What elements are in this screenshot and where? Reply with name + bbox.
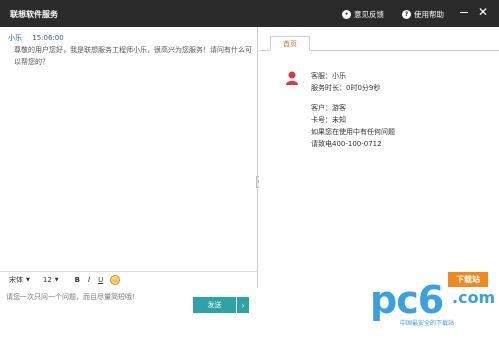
tab-bar: 首页 [259,36,499,51]
notice-line-1: 如果您在使用中有任何问题 [311,128,395,136]
service-duration: 服务时长：0时0分9秒 [311,84,381,92]
customer-label: 客户：游客 [311,104,346,112]
title-bar: 联想软件服务 • 意见反馈 ? 使用帮助 ✕ [0,0,499,27]
font-family-dropdown[interactable]: 宋体 ▼ [9,275,30,285]
agent-label: 客服：小乐 [311,72,346,80]
help-button[interactable]: ? 使用帮助 [402,9,444,20]
message-text: 尊敬的用户您好，我是联想服务工程师小乐，很高兴为您服务！请问有什么可以帮您的？ [14,46,252,66]
send-label: 发送 [207,302,222,309]
smiley-icon[interactable]: ◡ [110,275,121,285]
font-family-value: 宋体 [9,276,23,284]
watermark-brand: pc6 [370,278,444,322]
message-sender: 小乐 [8,34,22,42]
format-toolbar: 宋体 ▼ 12 ▼ B I U ◡ [0,271,258,288]
send-options-arrow[interactable]: › [236,297,249,313]
tab-home[interactable]: 首页 [270,36,310,51]
watermark-slogan: 中国最安全的下载站 [400,320,455,327]
session-info: 客服：小乐 服务时长：0时0分9秒 客户：游客 卡号：未知 如果您在使用中有任何… [311,70,395,150]
chevron-down-icon: ▼ [26,277,30,283]
feedback-label: 意见反馈 [354,10,384,19]
chevron-down-icon: ▼ [54,277,59,283]
italic-button[interactable]: I [88,276,90,284]
feedback-button[interactable]: • 意见反馈 [342,9,384,20]
minimize-button[interactable] [460,12,468,13]
watermark-badge: 下载站 [448,272,488,287]
font-size-dropdown[interactable]: 12 ▼ [43,276,59,284]
message-header: 小乐 15:06:00 [8,33,64,43]
question-icon: ? [402,10,411,19]
app-title: 联想软件服务 [10,10,58,19]
watermark-domain: .com [452,288,496,307]
close-button[interactable]: ✕ [478,6,488,18]
bold-button[interactable]: B [75,276,80,284]
card-label: 卡号：未知 [311,116,346,124]
comment-icon: • [342,10,351,19]
underline-button[interactable]: U [98,276,103,284]
user-icon [286,71,298,85]
help-label: 使用帮助 [414,10,444,19]
message-time: 15:06:00 [32,34,64,42]
send-button[interactable]: 发送 › [193,297,249,313]
font-size-value: 12 [42,276,52,284]
pc6-watermark: pc6 下载站 .com 中国最安全的下载站 [370,270,495,342]
notice-line-2: 请致电400-100-0712 [311,140,382,148]
